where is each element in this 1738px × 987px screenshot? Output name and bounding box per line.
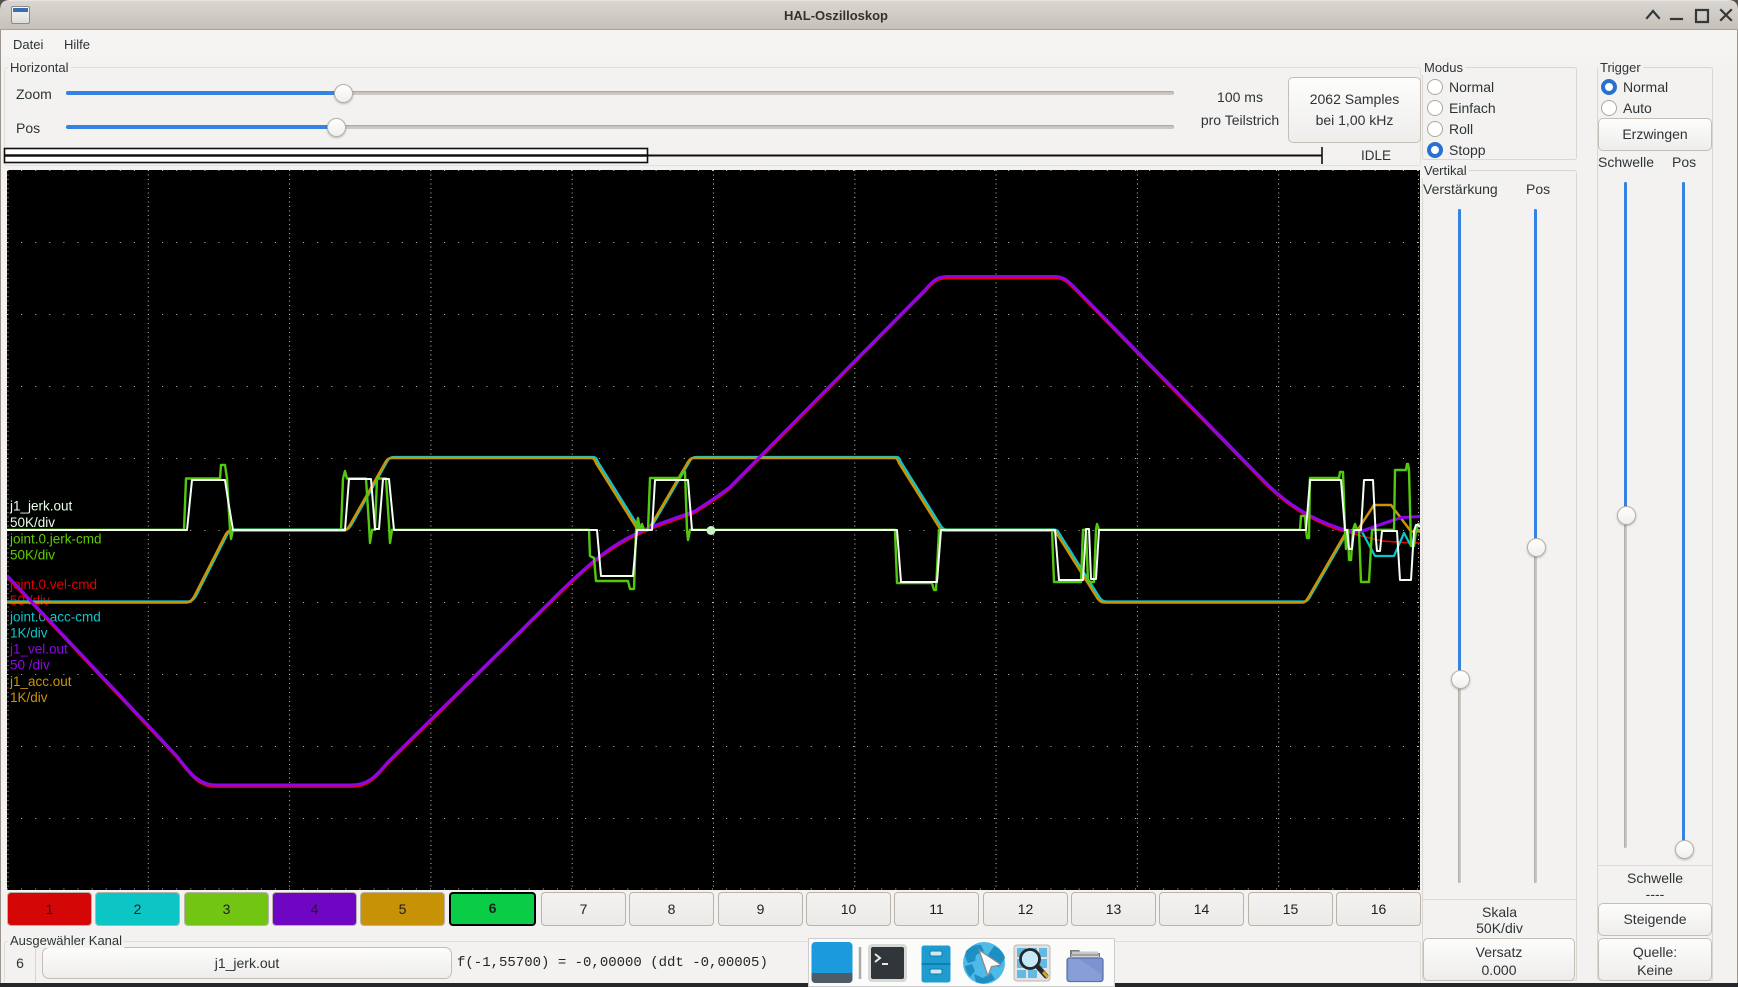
svg-text:j1_acc.out: j1_acc.out	[9, 674, 72, 689]
svg-text:joint.0.jerk-cmd: joint.0.jerk-cmd	[9, 532, 102, 547]
svg-text:j1_jerk.out: j1_jerk.out	[9, 499, 73, 514]
svg-text:j1_vel.out: j1_vel.out	[9, 642, 68, 657]
svg-text:1K/div: 1K/div	[10, 690, 48, 705]
svg-text:1K/div: 1K/div	[10, 626, 48, 641]
svg-text:50K/div: 50K/div	[10, 548, 55, 563]
svg-text:joint.0.acc-cmd: joint.0.acc-cmd	[9, 610, 101, 625]
svg-text:50 /div: 50 /div	[10, 658, 50, 673]
svg-text:50K/div: 50K/div	[10, 515, 55, 530]
